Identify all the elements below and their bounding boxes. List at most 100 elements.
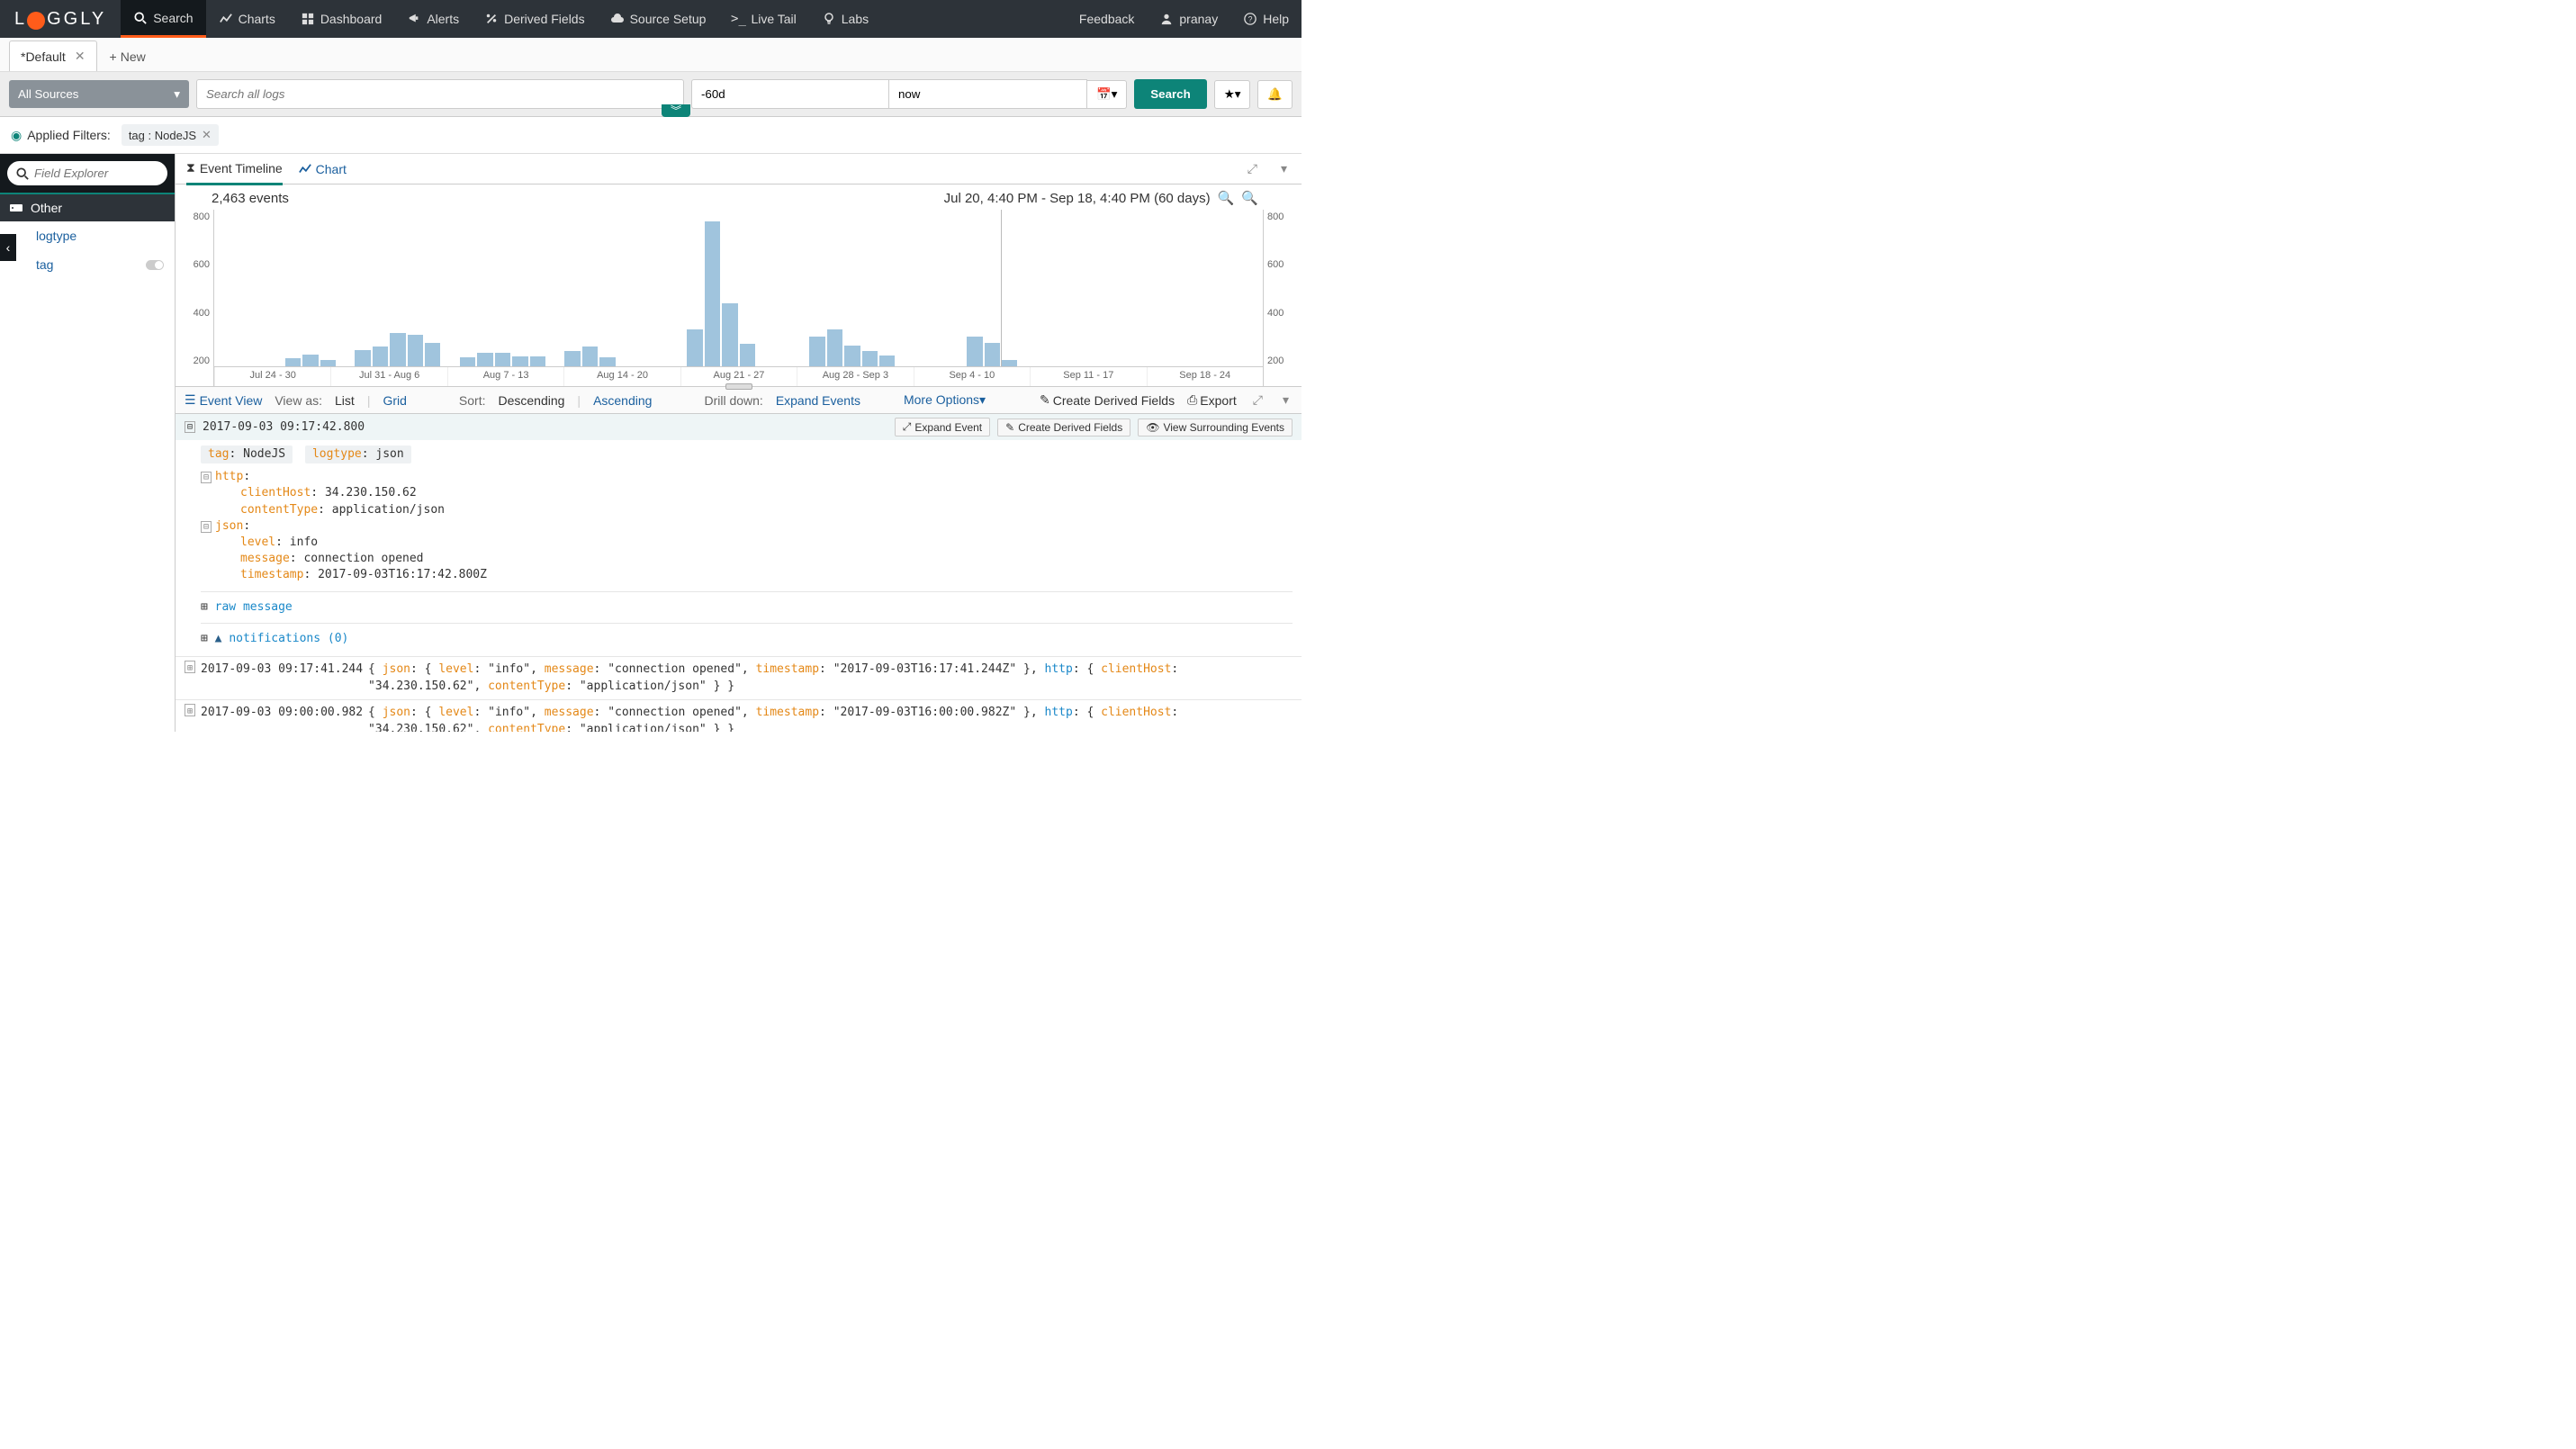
raw-message-link[interactable]: raw message bbox=[215, 600, 293, 614]
chart-bar[interactable] bbox=[827, 329, 842, 366]
filter-chip[interactable]: tag : NodeJS ✕ bbox=[122, 124, 219, 146]
time-to-input[interactable] bbox=[889, 79, 1087, 109]
view-grid-button[interactable]: Grid bbox=[383, 393, 406, 408]
view-list-button[interactable]: List bbox=[335, 393, 355, 408]
chart-meta: 2,463 events Jul 20, 4:40 PM - Sep 18, 4… bbox=[176, 184, 1302, 206]
collapse-icon[interactable]: ⊟ bbox=[201, 521, 212, 533]
event-tag-chip[interactable]: tag: NodeJS bbox=[201, 446, 293, 464]
event-json: { json: { level: "info", message: "conne… bbox=[368, 704, 1293, 732]
close-icon[interactable]: ✕ bbox=[75, 49, 86, 64]
nav-dashboard[interactable]: Dashboard bbox=[288, 0, 395, 38]
chart-bar[interactable] bbox=[495, 353, 510, 366]
chart-bar[interactable] bbox=[687, 329, 702, 366]
expand-search-toggle[interactable]: ︾ bbox=[662, 104, 690, 117]
nav-search[interactable]: Search bbox=[121, 0, 205, 38]
sort-asc-button[interactable]: Ascending bbox=[593, 393, 652, 408]
resize-handle[interactable] bbox=[725, 383, 752, 390]
event-tag-chip[interactable]: logtype: json bbox=[305, 446, 411, 464]
expand-icon[interactable]: ⤢ bbox=[1244, 161, 1261, 176]
favorite-button[interactable]: ★▾ bbox=[1214, 80, 1251, 109]
time-from-input[interactable] bbox=[691, 79, 889, 109]
remove-icon[interactable]: ✕ bbox=[202, 128, 212, 142]
new-tab-button[interactable]: + New bbox=[99, 42, 157, 71]
field-explorer-input[interactable] bbox=[34, 166, 151, 180]
chart-bar[interactable] bbox=[705, 221, 720, 366]
search-icon bbox=[133, 11, 148, 25]
chart-bar[interactable] bbox=[967, 337, 982, 366]
expand-event-button[interactable]: ⤢Expand Event bbox=[895, 418, 990, 436]
tab-chart[interactable]: Chart bbox=[299, 155, 347, 184]
event-view-button[interactable]: ☰ Event View bbox=[185, 392, 262, 408]
nav-charts[interactable]: Charts bbox=[206, 0, 288, 38]
chart-bar[interactable] bbox=[302, 355, 318, 366]
field-explorer-search[interactable] bbox=[7, 161, 167, 185]
source-selector[interactable]: All Sources bbox=[9, 80, 189, 108]
calendar-button[interactable]: 📅▾ bbox=[1087, 80, 1127, 109]
dashboard-icon bbox=[301, 12, 315, 26]
search-input[interactable] bbox=[196, 79, 684, 109]
expand-icon[interactable]: ⊞ bbox=[185, 661, 195, 673]
chart-bar[interactable] bbox=[373, 346, 388, 366]
create-derived-fields-button[interactable]: ✎Create Derived Fields bbox=[1040, 392, 1175, 408]
nav-labs[interactable]: Labs bbox=[809, 0, 881, 38]
export-button[interactable]: ⎙Export bbox=[1187, 392, 1237, 408]
sidebar-item-logtype[interactable]: logtype bbox=[0, 221, 175, 250]
sidebar-section-other[interactable]: Other bbox=[0, 193, 175, 221]
nav-feedback[interactable]: Feedback bbox=[1067, 0, 1147, 38]
chart-bar[interactable] bbox=[512, 356, 527, 366]
view-surrounding-button[interactable]: 👁View Surrounding Events bbox=[1138, 418, 1293, 436]
chart-bar[interactable] bbox=[477, 353, 492, 366]
nav-user[interactable]: pranay bbox=[1147, 0, 1230, 38]
chart-bar[interactable] bbox=[599, 357, 615, 366]
chart-bar[interactable] bbox=[564, 351, 580, 366]
nav-alerts[interactable]: Alerts bbox=[394, 0, 472, 38]
chart-bar[interactable] bbox=[809, 337, 824, 366]
collapse-icon[interactable]: ⊟ bbox=[185, 421, 195, 433]
expand-events-button[interactable]: Expand Events bbox=[776, 393, 860, 408]
chevron-down-icon[interactable]: ▾ bbox=[1279, 392, 1293, 408]
nav-help[interactable]: ? Help bbox=[1230, 0, 1302, 38]
chart-bar[interactable] bbox=[425, 343, 440, 366]
expand-icon[interactable]: ⊞ bbox=[201, 632, 208, 645]
chart-bar[interactable] bbox=[844, 346, 860, 366]
chart-bar[interactable] bbox=[985, 343, 1000, 366]
create-derived-button[interactable]: ✎Create Derived Fields bbox=[997, 418, 1130, 436]
tab-label: Event Timeline bbox=[200, 161, 283, 176]
chart-bar[interactable] bbox=[740, 344, 755, 366]
chart-bar[interactable] bbox=[530, 356, 545, 366]
chart-bar[interactable] bbox=[390, 333, 405, 366]
chart-bar[interactable] bbox=[460, 357, 475, 366]
zoom-out-icon[interactable]: 🔍 bbox=[1218, 190, 1235, 206]
x-tick: Jul 31 - Aug 6 bbox=[330, 367, 446, 386]
chart-bar[interactable] bbox=[879, 356, 895, 366]
chart-bar[interactable] bbox=[355, 350, 370, 366]
expand-icon[interactable]: ⊞ bbox=[185, 704, 195, 716]
zoom-in-icon[interactable]: 🔍 bbox=[1241, 190, 1258, 206]
tab-event-timeline[interactable]: ⧗ Event Timeline bbox=[186, 154, 283, 185]
sort-desc-button[interactable]: Descending bbox=[498, 393, 564, 408]
collapse-icon[interactable]: ⊟ bbox=[201, 472, 212, 483]
chart-bar[interactable] bbox=[722, 303, 737, 366]
sidebar-item-tag[interactable]: tag bbox=[0, 250, 175, 279]
collapse-sidebar-button[interactable]: ‹ bbox=[0, 234, 16, 261]
nav-live-tail[interactable]: >_ Live Tail bbox=[718, 0, 808, 38]
event-toolbar: ☰ Event View View as: List | Grid Sort: … bbox=[176, 386, 1302, 414]
expand-icon[interactable]: ⤢ bbox=[1249, 392, 1266, 408]
chevron-down-icon[interactable]: ▾ bbox=[1277, 161, 1291, 176]
chart-bar[interactable] bbox=[582, 346, 598, 366]
chart-bar[interactable] bbox=[862, 351, 878, 366]
expand-icon[interactable]: ⊞ bbox=[201, 600, 208, 614]
wand-icon: ✎ bbox=[1005, 421, 1014, 434]
chart-bar[interactable] bbox=[285, 358, 301, 366]
chart-bar[interactable] bbox=[408, 335, 423, 366]
nav-derived-fields[interactable]: Derived Fields bbox=[472, 0, 597, 38]
search-button[interactable]: Search bbox=[1134, 79, 1206, 109]
nav-source-setup[interactable]: Source Setup bbox=[598, 0, 719, 38]
tab-default[interactable]: *Default ✕ bbox=[9, 40, 97, 71]
notifications-link[interactable]: notifications (0) bbox=[229, 632, 348, 645]
more-options-button[interactable]: More Options▾ bbox=[904, 392, 986, 408]
event-timestamp: 2017-09-03 09:17:41.244 bbox=[201, 661, 363, 696]
toggle-icon[interactable] bbox=[146, 260, 164, 270]
chart-plot[interactable]: Jul 24 - 30Jul 31 - Aug 6Aug 7 - 13Aug 1… bbox=[213, 210, 1264, 386]
alerts-bell-button[interactable]: 🔔 bbox=[1257, 80, 1293, 109]
